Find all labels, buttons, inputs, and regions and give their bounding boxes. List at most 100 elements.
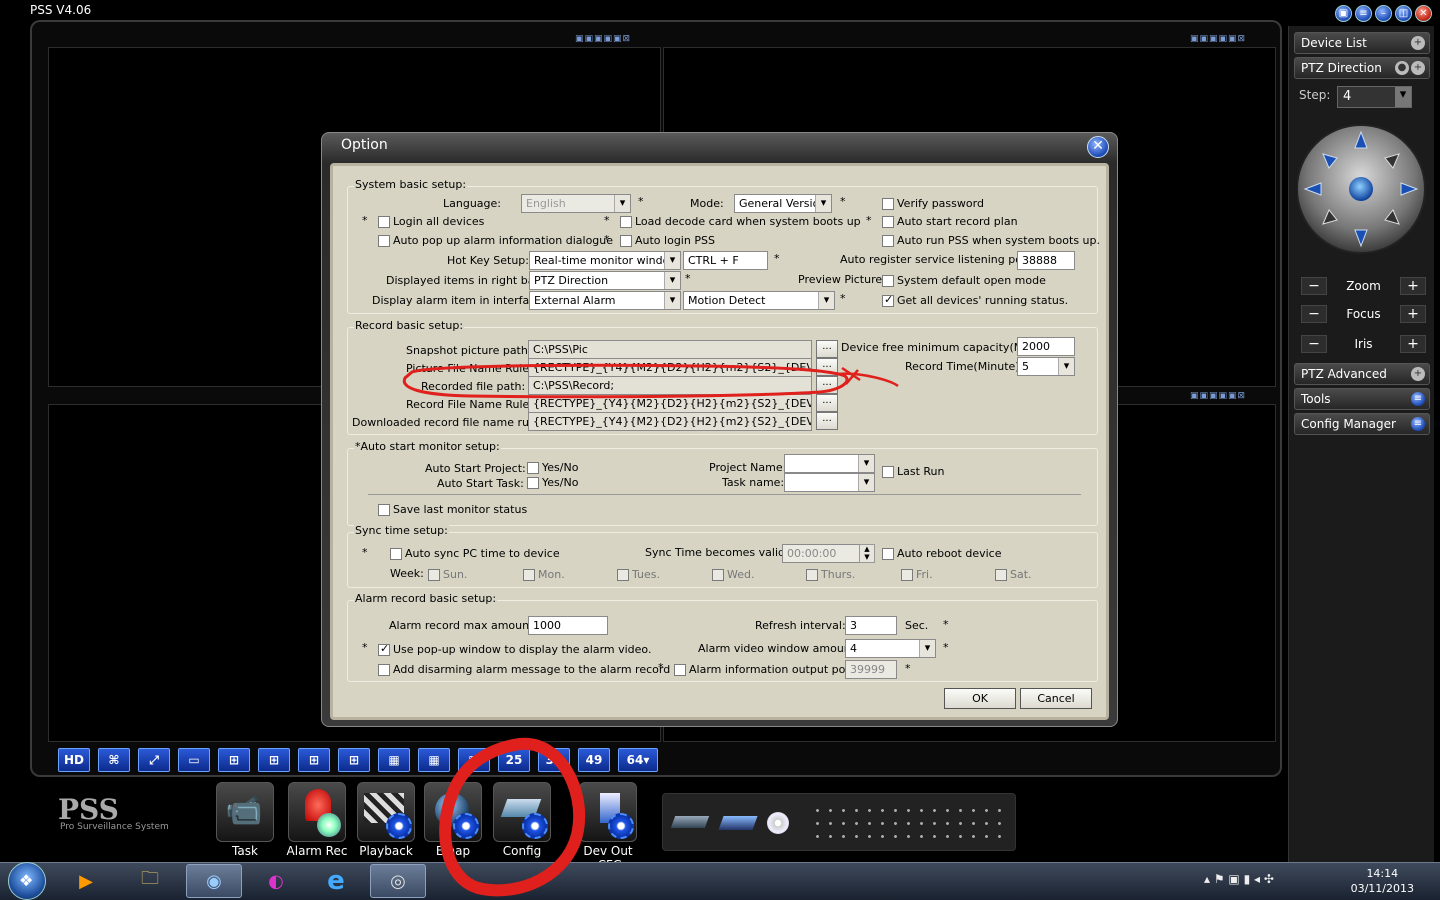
menu-icon[interactable]: ≡ — [1355, 5, 1372, 22]
internet-explorer-taskbar-icon[interactable]: e — [308, 864, 364, 898]
task-tool[interactable]: 📹 Task — [214, 782, 276, 858]
record-rule-browse-button[interactable]: ... — [816, 394, 838, 412]
ptz-direction-header[interactable]: PTZ Direction ● + — [1294, 57, 1430, 79]
file-explorer-taskbar-icon[interactable]: 🗀 — [122, 864, 178, 898]
emap-tool[interactable]: Emap — [422, 782, 484, 858]
layout-1-button[interactable]: ▭ — [178, 748, 210, 772]
layout-36-button[interactable]: 36 — [538, 748, 570, 772]
tray-icons[interactable]: ▴ ⚑ ▣ ▮ ◂ ✣ — [1204, 872, 1274, 886]
free-capacity-input[interactable]: 2000 — [1017, 337, 1075, 356]
focus-in-button[interactable]: + — [1400, 305, 1426, 323]
record-time-select[interactable]: 5 — [1017, 357, 1075, 376]
config-manager-header[interactable]: Config Manager ≡ — [1294, 413, 1430, 435]
fullscreen-icon[interactable]: ◫ — [1395, 5, 1412, 22]
auto-login-pss-checkbox[interactable] — [620, 235, 632, 247]
layout-6-button[interactable]: ⊞ — [258, 748, 290, 772]
pane-tools-icons[interactable]: ▣▣▣▣▣⊠ — [1190, 34, 1246, 44]
layout-25-button[interactable]: 25 — [498, 748, 530, 772]
device-list-header[interactable]: Device List + — [1294, 32, 1430, 54]
close-icon[interactable]: ✕ — [1415, 5, 1432, 22]
plus-icon[interactable]: + — [1411, 36, 1425, 50]
pss-taskbar-icon[interactable]: ◎ — [370, 864, 426, 898]
recorded-path-browse-button[interactable]: ... — [816, 376, 838, 394]
alarm-rec-tool[interactable]: Alarm Rec — [286, 782, 348, 858]
media-player-taskbar-icon[interactable]: ▶ — [58, 864, 114, 898]
layout-20-button[interactable]: ▦ — [458, 748, 490, 772]
snapshot-path-input[interactable]: C:\PSS\Pic — [528, 340, 812, 359]
ptz-joystick[interactable] — [1297, 114, 1427, 264]
menu-icon[interactable]: ≡ — [1411, 392, 1425, 406]
plus-icon[interactable]: + — [1411, 61, 1425, 75]
zoom-in-button[interactable]: + — [1400, 277, 1426, 295]
day-mon-checkbox[interactable] — [523, 569, 535, 581]
hotkey-select[interactable]: Real-time monitor window in — [529, 251, 681, 270]
fullscreen-button[interactable]: ⤢ — [138, 748, 170, 772]
time-spinner[interactable]: ▲ ▼ — [859, 544, 875, 563]
media-app-taskbar-icon[interactable]: ◐ — [248, 864, 304, 898]
zoom-out-button[interactable]: − — [1301, 277, 1327, 295]
picture-rule-input[interactable]: {RECTYPE}_{Y4}{M2}{D2}{H2}{m2}{S2}_{DEVI… — [528, 358, 812, 377]
day-sat-checkbox[interactable] — [995, 569, 1007, 581]
language-select[interactable]: English — [521, 194, 631, 213]
recorded-path-input[interactable]: C:\PSS\Record; — [528, 376, 812, 395]
ok-button[interactable]: OK — [944, 688, 1016, 709]
downloaded-rule-browse-button[interactable]: ... — [816, 412, 838, 430]
layout-64-button[interactable]: 64▾ — [618, 748, 658, 772]
picture-rule-browse-button[interactable]: ... — [816, 358, 838, 376]
iris-open-button[interactable]: + — [1400, 335, 1426, 353]
pane-tools-icons[interactable]: ▣▣▣▣▣⊠ — [1190, 391, 1246, 401]
system-default-open-checkbox[interactable] — [882, 275, 894, 287]
plus-icon[interactable]: + — [1411, 367, 1425, 381]
day-tues-checkbox[interactable] — [617, 569, 629, 581]
auto-sync-checkbox[interactable] — [390, 548, 402, 560]
config-tool[interactable]: Config — [491, 782, 553, 858]
add-disarming-checkbox[interactable] — [378, 664, 390, 676]
refresh-interval-input[interactable]: 3 — [845, 616, 897, 635]
hd-button[interactable]: HD — [58, 748, 90, 772]
verify-password-checkbox[interactable] — [882, 198, 894, 210]
auto-run-pss-checkbox[interactable] — [882, 235, 894, 247]
start-button[interactable]: ❖ — [8, 862, 46, 900]
displayed-items-select[interactable]: PTZ Direction — [529, 271, 681, 290]
dev-out-cfg-tool[interactable]: Dev Out .CFG — [570, 782, 646, 872]
ptz-advanced-header[interactable]: PTZ Advanced + — [1294, 363, 1430, 385]
load-decode-card-checkbox[interactable] — [620, 216, 632, 228]
auto-start-task-checkbox[interactable] — [527, 477, 539, 489]
max-amount-input[interactable]: 1000 — [528, 616, 608, 635]
dvr-app-taskbar-icon[interactable]: ◉ — [186, 864, 242, 898]
auto-start-project-checkbox[interactable] — [527, 462, 539, 474]
step-select[interactable]: 4 ▾ — [1337, 86, 1412, 108]
last-run-checkbox[interactable] — [882, 466, 894, 478]
cancel-button[interactable]: Cancel — [1020, 688, 1092, 709]
snapshot-browse-button[interactable]: ... — [816, 340, 838, 358]
layout-13-button[interactable]: ▦ — [378, 748, 410, 772]
layout-button[interactable]: ⌘ — [98, 748, 130, 772]
layout-16-button[interactable]: ▦ — [418, 748, 450, 772]
sync-valid-at-input[interactable]: 00:00:00 — [782, 544, 860, 563]
day-thurs-checkbox[interactable] — [806, 569, 818, 581]
output-port-checkbox[interactable] — [674, 664, 686, 676]
day-sun-checkbox[interactable] — [428, 569, 440, 581]
day-fri-checkbox[interactable] — [901, 569, 913, 581]
auto-popup-alarm-checkbox[interactable] — [378, 235, 390, 247]
window-amount-select[interactable]: 4 — [845, 639, 936, 658]
menu-icon[interactable]: ≡ — [1411, 417, 1425, 431]
login-all-devices-checkbox[interactable] — [378, 216, 390, 228]
layout-8-button[interactable]: ⊞ — [298, 748, 330, 772]
layout-4-button[interactable]: ⊞ — [218, 748, 250, 772]
save-last-monitor-checkbox[interactable] — [378, 504, 390, 516]
lock-icon[interactable]: ● — [1395, 61, 1409, 75]
mode-select[interactable]: General Version — [734, 194, 832, 213]
layout-49-button[interactable]: 49 — [578, 748, 610, 772]
record-rule-input[interactable]: {RECTYPE}_{Y4}{M2}{D2}{H2}{m2}{S2}_{DEVI… — [528, 394, 812, 413]
downloaded-rule-input[interactable]: {RECTYPE}_{Y4}{M2}{D2}{H2}{m2}{S2}_{DEVI… — [528, 412, 812, 431]
focus-out-button[interactable]: − — [1301, 305, 1327, 323]
auto-reboot-checkbox[interactable] — [882, 548, 894, 560]
tools-header[interactable]: Tools ≡ — [1294, 388, 1430, 410]
pane-tools-icons[interactable]: ▣▣▣▣▣⊠ — [575, 34, 631, 44]
dialog-close-button[interactable]: ✕ — [1087, 136, 1109, 158]
project-name-select[interactable] — [784, 454, 875, 473]
iris-close-button[interactable]: − — [1301, 335, 1327, 353]
auto-start-record-plan-checkbox[interactable] — [882, 216, 894, 228]
use-popup-checkbox[interactable] — [378, 642, 390, 656]
